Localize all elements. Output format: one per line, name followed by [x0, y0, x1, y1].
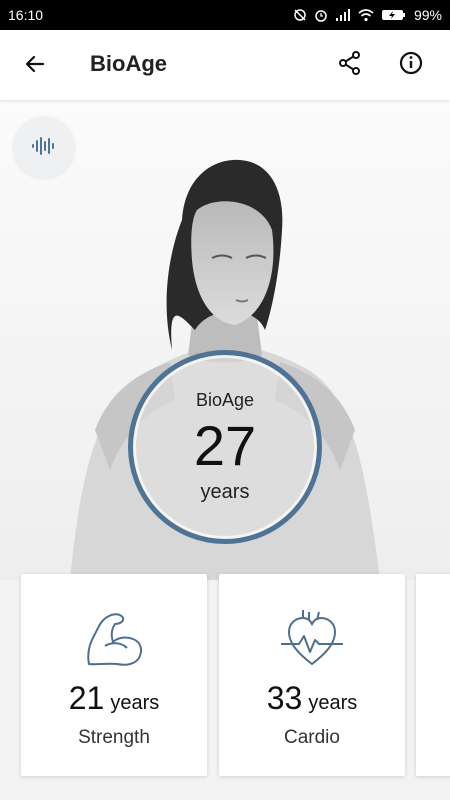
bioage-label: BioAge	[195, 390, 255, 410]
cardio-years-unit: years	[308, 692, 358, 714]
strength-years-unit: years	[110, 692, 160, 714]
flexed-arm-icon	[79, 604, 149, 674]
strength-years-value: 21	[68, 680, 105, 716]
info-icon	[398, 50, 424, 81]
audio-button[interactable]	[12, 116, 76, 180]
strength-label: Strength	[78, 727, 150, 748]
info-button[interactable]	[396, 50, 426, 80]
strength-card[interactable]: 21 years Strength	[21, 574, 207, 776]
cardio-card[interactable]: 33 years Cardio	[219, 574, 405, 776]
share-button[interactable]	[335, 50, 365, 80]
metric-cards: 21 years Strength 33 years Cardio	[0, 574, 450, 800]
battery-icon	[381, 8, 407, 22]
bioage-unit: years	[200, 481, 250, 503]
hero-section: BioAge 27 years	[0, 100, 450, 580]
page-title: BioAge	[90, 51, 167, 76]
cardio-label: Cardio	[284, 727, 340, 748]
heart-pulse-icon	[277, 604, 347, 674]
alarm-icon	[314, 8, 328, 22]
status-bar: 16:10 99%	[0, 0, 450, 30]
signal-icon	[335, 8, 351, 22]
app-bar: BioAge	[0, 30, 450, 100]
sound-wave-icon	[31, 136, 57, 161]
cardio-value-row: 33 years	[267, 680, 358, 717]
back-button[interactable]	[20, 51, 50, 81]
next-card-peek[interactable]	[416, 574, 450, 776]
cardio-years-value: 33	[266, 680, 303, 716]
status-time: 16:10	[8, 7, 44, 23]
share-icon	[337, 50, 363, 81]
status-icons: 99%	[293, 7, 442, 23]
wifi-icon	[358, 8, 374, 22]
strength-value-row: 21 years	[69, 680, 160, 717]
back-arrow-icon	[23, 52, 47, 81]
bioage-circle: BioAge 27 years	[128, 350, 322, 544]
battery-percent: 99%	[413, 7, 442, 23]
sync-off-icon	[293, 8, 307, 22]
bioage-value: 27	[193, 414, 257, 477]
